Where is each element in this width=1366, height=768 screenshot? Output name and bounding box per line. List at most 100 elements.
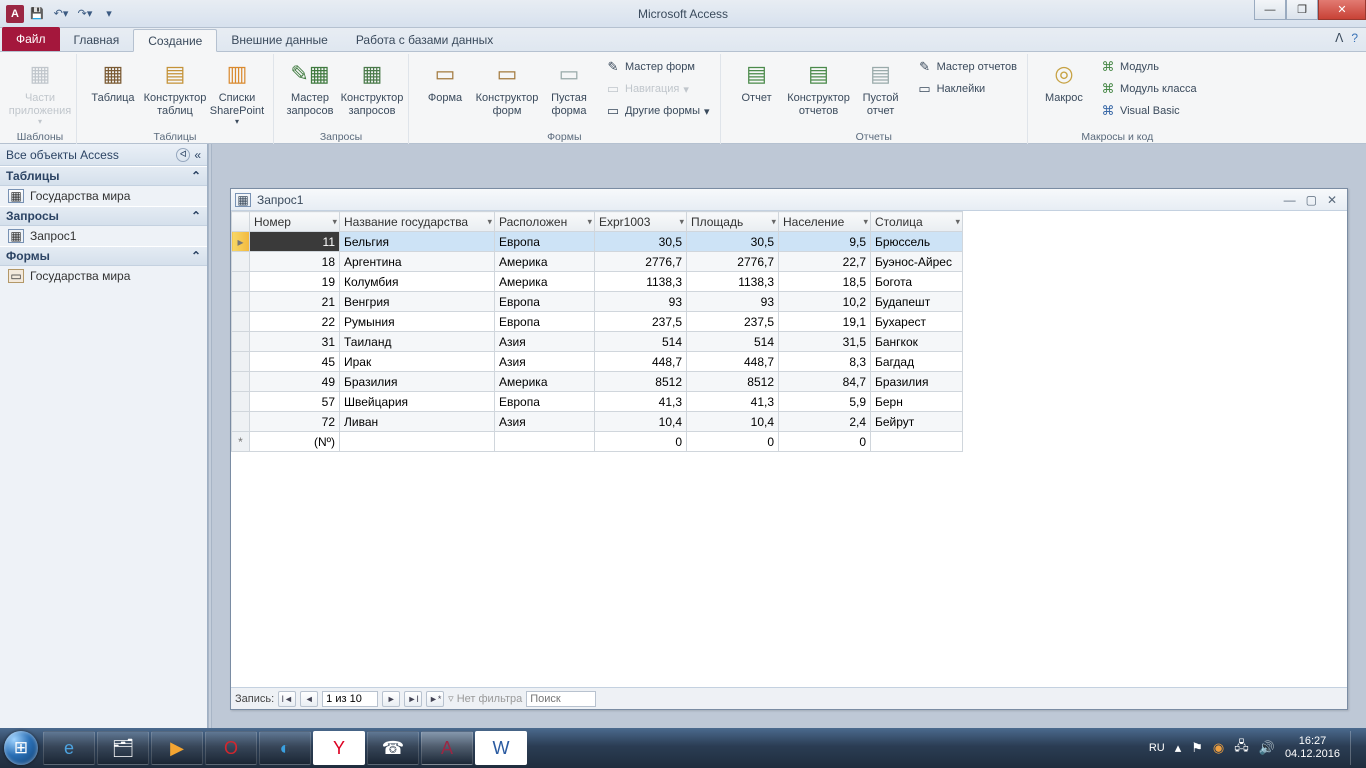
first-record-button[interactable]: I◄: [278, 691, 296, 707]
taskbar-access[interactable]: A: [421, 731, 473, 765]
cell[interactable]: 49: [250, 372, 340, 392]
dropdown-icon[interactable]: ▾: [679, 216, 684, 227]
row-selector[interactable]: [232, 312, 250, 332]
row-selector[interactable]: [232, 372, 250, 392]
cell[interactable]: [340, 432, 495, 452]
labels-button[interactable]: ▭Наклейки: [913, 78, 1021, 100]
column-header[interactable]: Расположен▾: [495, 212, 595, 232]
cell[interactable]: Таиланд: [340, 332, 495, 352]
column-header[interactable]: Expr1003▾: [595, 212, 687, 232]
row-selector[interactable]: ▸: [232, 232, 250, 252]
undo-icon[interactable]: ↶▾: [50, 3, 72, 25]
row-selector[interactable]: [232, 252, 250, 272]
cell[interactable]: 93: [595, 292, 687, 312]
cell[interactable]: (Nº): [250, 432, 340, 452]
cell[interactable]: 31,5: [779, 332, 871, 352]
cell[interactable]: 45: [250, 352, 340, 372]
cell[interactable]: 22,7: [779, 252, 871, 272]
cell[interactable]: 10,2: [779, 292, 871, 312]
cell[interactable]: 514: [595, 332, 687, 352]
cell[interactable]: 10,4: [687, 412, 779, 432]
nav-item-table-countries[interactable]: ▦Государства мира: [0, 186, 207, 206]
cell[interactable]: Азия: [495, 352, 595, 372]
cell[interactable]: 30,5: [595, 232, 687, 252]
cell[interactable]: 0: [779, 432, 871, 452]
volume-icon[interactable]: 🔊: [1259, 740, 1275, 756]
last-record-button[interactable]: ►I: [404, 691, 422, 707]
row-selector[interactable]: [232, 292, 250, 312]
cell[interactable]: 57: [250, 392, 340, 412]
report-design-button[interactable]: ▤Конструктор отчетов: [789, 56, 849, 117]
sharepoint-lists-button[interactable]: ▥Списки SharePoint▾: [207, 56, 267, 126]
cell[interactable]: 19,1: [779, 312, 871, 332]
cell[interactable]: 2776,7: [687, 252, 779, 272]
cell[interactable]: Колумбия: [340, 272, 495, 292]
cell[interactable]: Европа: [495, 312, 595, 332]
tab-external[interactable]: Внешние данные: [217, 28, 342, 51]
tab-create[interactable]: Создание: [133, 29, 217, 52]
cell[interactable]: 19: [250, 272, 340, 292]
taskbar-app1[interactable]: ◐: [259, 731, 311, 765]
cell[interactable]: 8512: [687, 372, 779, 392]
visual-basic-button[interactable]: ⌘Visual Basic: [1096, 100, 1201, 122]
cell[interactable]: 0: [595, 432, 687, 452]
dropdown-icon[interactable]: ▾: [771, 216, 776, 227]
sub-close-icon[interactable]: ✕: [1327, 193, 1337, 207]
nav-search-icon[interactable]: ᐊ: [176, 148, 190, 162]
nav-header[interactable]: Все объекты Access ᐊ«: [0, 144, 207, 166]
network-icon[interactable]: 🖧: [1234, 737, 1249, 759]
cell[interactable]: Азия: [495, 332, 595, 352]
restore-button[interactable]: ❐: [1286, 0, 1318, 20]
cell[interactable]: Азия: [495, 412, 595, 432]
dropdown-icon[interactable]: ▾: [332, 216, 337, 227]
row-selector[interactable]: [232, 412, 250, 432]
taskbar-app2[interactable]: ☎: [367, 731, 419, 765]
cell[interactable]: Бейрут: [871, 412, 963, 432]
close-button[interactable]: ✕: [1318, 0, 1366, 20]
cell[interactable]: Аргентина: [340, 252, 495, 272]
column-header[interactable]: Название государства▾: [340, 212, 495, 232]
prev-record-button[interactable]: ◄: [300, 691, 318, 707]
dropdown-icon[interactable]: ▾: [587, 216, 592, 227]
column-header[interactable]: Площадь▾: [687, 212, 779, 232]
cell[interactable]: Будапешт: [871, 292, 963, 312]
cell[interactable]: 8,3: [779, 352, 871, 372]
cell[interactable]: 237,5: [595, 312, 687, 332]
column-header[interactable]: Столица▾: [871, 212, 963, 232]
nav-category-forms[interactable]: Формы⌃: [0, 246, 207, 266]
report-wizard-button[interactable]: ✎Мастер отчетов: [913, 56, 1021, 78]
cell[interactable]: 2776,7: [595, 252, 687, 272]
taskbar-explorer[interactable]: 🗂: [97, 731, 149, 765]
help-icon[interactable]: ?: [1351, 31, 1358, 45]
cell[interactable]: 72: [250, 412, 340, 432]
redo-icon[interactable]: ↷▾: [74, 3, 96, 25]
save-icon[interactable]: 💾: [26, 3, 48, 25]
cell[interactable]: 237,5: [687, 312, 779, 332]
taskbar-wmp[interactable]: ▶: [151, 731, 203, 765]
sub-maximize-icon[interactable]: ▢: [1306, 193, 1317, 207]
column-header[interactable]: Население▾: [779, 212, 871, 232]
cell[interactable]: Берн: [871, 392, 963, 412]
cell[interactable]: Европа: [495, 392, 595, 412]
show-hidden-icon[interactable]: ▴: [1175, 740, 1182, 756]
module-button[interactable]: ⌘Модуль: [1096, 56, 1201, 78]
form-wizard-button[interactable]: ✎Мастер форм: [601, 56, 714, 78]
cell[interactable]: 18: [250, 252, 340, 272]
start-button[interactable]: [0, 728, 42, 768]
query-design-button[interactable]: ▦Конструктор запросов: [342, 56, 402, 117]
app-icon[interactable]: A: [6, 5, 24, 23]
subwindow-titlebar[interactable]: ▦Запрос1 — ▢ ✕: [231, 189, 1347, 211]
minimize-ribbon-icon[interactable]: ᐱ: [1335, 31, 1343, 45]
nav-item-query1[interactable]: ▦Запрос1: [0, 226, 207, 246]
cell[interactable]: Америка: [495, 272, 595, 292]
clock[interactable]: 16:27 04.12.2016: [1285, 735, 1340, 760]
new-record-button[interactable]: ►*: [426, 691, 444, 707]
cell[interactable]: Бразилия: [871, 372, 963, 392]
macro-button[interactable]: ◎Макрос: [1034, 56, 1094, 105]
cell[interactable]: 10,4: [595, 412, 687, 432]
cell[interactable]: 2,4: [779, 412, 871, 432]
cell[interactable]: Богота: [871, 272, 963, 292]
nav-collapse-icon[interactable]: «: [194, 148, 201, 162]
tray-icon-1[interactable]: ◉: [1213, 740, 1224, 756]
tab-home[interactable]: Главная: [60, 28, 134, 51]
